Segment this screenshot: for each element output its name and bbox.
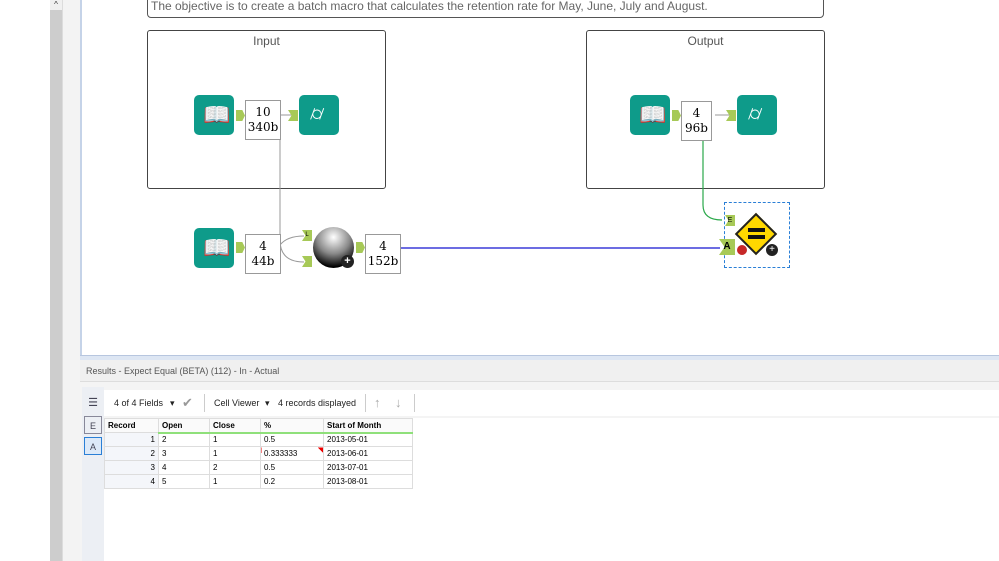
record-count-badge: 10 340b <box>245 100 281 140</box>
results-title: Results - Expect Equal (BETA) (112) - In… <box>80 360 999 382</box>
divider <box>414 394 415 412</box>
cell[interactable]: 2 <box>209 460 261 475</box>
book-icon: 📖 <box>639 102 667 127</box>
record-count: 4 <box>692 106 701 120</box>
table-row[interactable]: 1 2 1 0.5 2013-05-01 <box>104 432 413 447</box>
connections <box>279 105 730 263</box>
panel-strip <box>62 0 80 561</box>
macro-input-tool[interactable]: 📖 <box>630 95 670 135</box>
equals-icon-bar <box>748 235 765 239</box>
column-header[interactable]: Close <box>209 418 261 434</box>
cell: 2 <box>104 446 159 461</box>
table-row[interactable]: 2 3 1 0.333333 2013-06-01 <box>104 446 413 461</box>
results-toolbar: 4 of 4 Fields ▾ ✔ Cell Viewer ▾ 4 record… <box>104 390 999 416</box>
cell[interactable]: 1 <box>209 432 261 447</box>
table-row[interactable]: 3 4 2 0.5 2013-07-01 <box>104 460 413 475</box>
binoculars-icon: ⌭ <box>310 103 325 125</box>
vertical-scrollbar[interactable]: ^ <box>50 0 62 561</box>
macro-tool-sphere[interactable]: + <box>313 227 354 268</box>
record-count: 4 <box>379 239 387 253</box>
cell[interactable]: 0.5 <box>260 460 324 475</box>
cell: 4 <box>104 474 159 489</box>
cell[interactable]: 2013-08-01 <box>323 474 413 489</box>
column-header[interactable]: Start of Month <box>323 418 413 434</box>
check-icon[interactable]: ✔ <box>182 395 193 411</box>
connector-line <box>279 235 305 246</box>
scroll-up-icon[interactable]: ^ <box>50 0 62 10</box>
plus-icon: + <box>341 255 354 268</box>
cell: 3 <box>104 460 159 475</box>
error-badge-icon <box>737 245 747 255</box>
record-count: 10 <box>255 105 271 119</box>
results-table: Record Open Close % Start of Month 1 2 1 0.… <box>104 418 413 489</box>
cell[interactable]: 5 <box>158 474 210 489</box>
cell[interactable]: 0.2 <box>260 474 324 489</box>
data-size: 152b <box>367 254 399 268</box>
cell[interactable]: 1 <box>209 446 261 461</box>
fields-dropdown[interactable]: 4 of 4 Fields <box>114 398 163 408</box>
metadata-icon[interactable]: ☰ <box>84 394 102 412</box>
browse-tool[interactable]: ⌭ <box>737 95 777 135</box>
data-size: 44b <box>251 254 275 268</box>
connector-line-green <box>702 128 723 221</box>
expected-anchor[interactable]: E <box>725 215 735 226</box>
binoculars-icon: ⌭ <box>748 103 763 125</box>
arrow-up-icon[interactable]: ↑ <box>374 395 381 410</box>
cell[interactable]: 2013-05-01 <box>323 432 413 447</box>
browse-tool[interactable]: ⌭ <box>299 95 339 135</box>
record-count: 4 <box>259 239 267 253</box>
table-header: Record Open Close % Start of Month <box>104 418 413 434</box>
divider <box>365 394 366 412</box>
cell[interactable]: 0.5 <box>260 432 324 447</box>
column-header[interactable]: % <box>260 418 324 434</box>
viewer-dropdown[interactable]: Cell Viewer <box>214 398 259 408</box>
actual-input-icon[interactable]: A <box>84 437 102 455</box>
input-data-tool[interactable]: 📖 <box>194 228 234 268</box>
record-count-badge: 4 96b <box>681 101 712 141</box>
expected-input-icon[interactable]: E <box>84 416 102 434</box>
results-side-toolbar: ☰ E A <box>82 387 104 561</box>
table-row[interactable]: 4 5 1 0.2 2013-08-01 <box>104 474 413 489</box>
column-header[interactable]: Record <box>104 418 159 433</box>
workflow-canvas[interactable]: The objective is to create a batch macro… <box>80 0 999 355</box>
records-count-label: 4 records displayed <box>278 398 357 408</box>
cell[interactable]: 0.333333 <box>260 446 324 461</box>
plus-icon: + <box>766 244 778 256</box>
book-icon: 📖 <box>203 235 231 260</box>
chevron-down-icon[interactable]: ▾ <box>170 398 175 409</box>
cell: 1 <box>104 432 159 447</box>
data-size: 340b <box>247 120 279 134</box>
cell[interactable]: 3 <box>158 446 210 461</box>
input-data-tool[interactable]: 📖 <box>194 95 234 135</box>
cell[interactable]: 1 <box>209 474 261 489</box>
results-panel: Results - Expect Equal (BETA) (112) - In… <box>80 360 999 561</box>
equals-icon <box>748 228 765 232</box>
column-header[interactable]: Open <box>158 418 210 434</box>
record-count-badge: 4 44b <box>245 234 281 274</box>
data-size: 96b <box>685 121 708 135</box>
cell[interactable]: 2013-07-01 <box>323 460 413 475</box>
left-margin <box>0 0 50 561</box>
chevron-down-icon[interactable]: ▾ <box>265 398 270 409</box>
cell[interactable]: 2013-06-01 <box>323 446 413 461</box>
cell[interactable]: 4 <box>158 460 210 475</box>
record-count-badge: 4 152b <box>365 234 401 274</box>
expect-equal-tool-selected[interactable]: E A + <box>719 202 790 268</box>
arrow-down-icon[interactable]: ↓ <box>395 395 402 410</box>
book-icon: 📖 <box>203 102 231 127</box>
divider <box>204 394 205 412</box>
cell[interactable]: 2 <box>158 432 210 447</box>
